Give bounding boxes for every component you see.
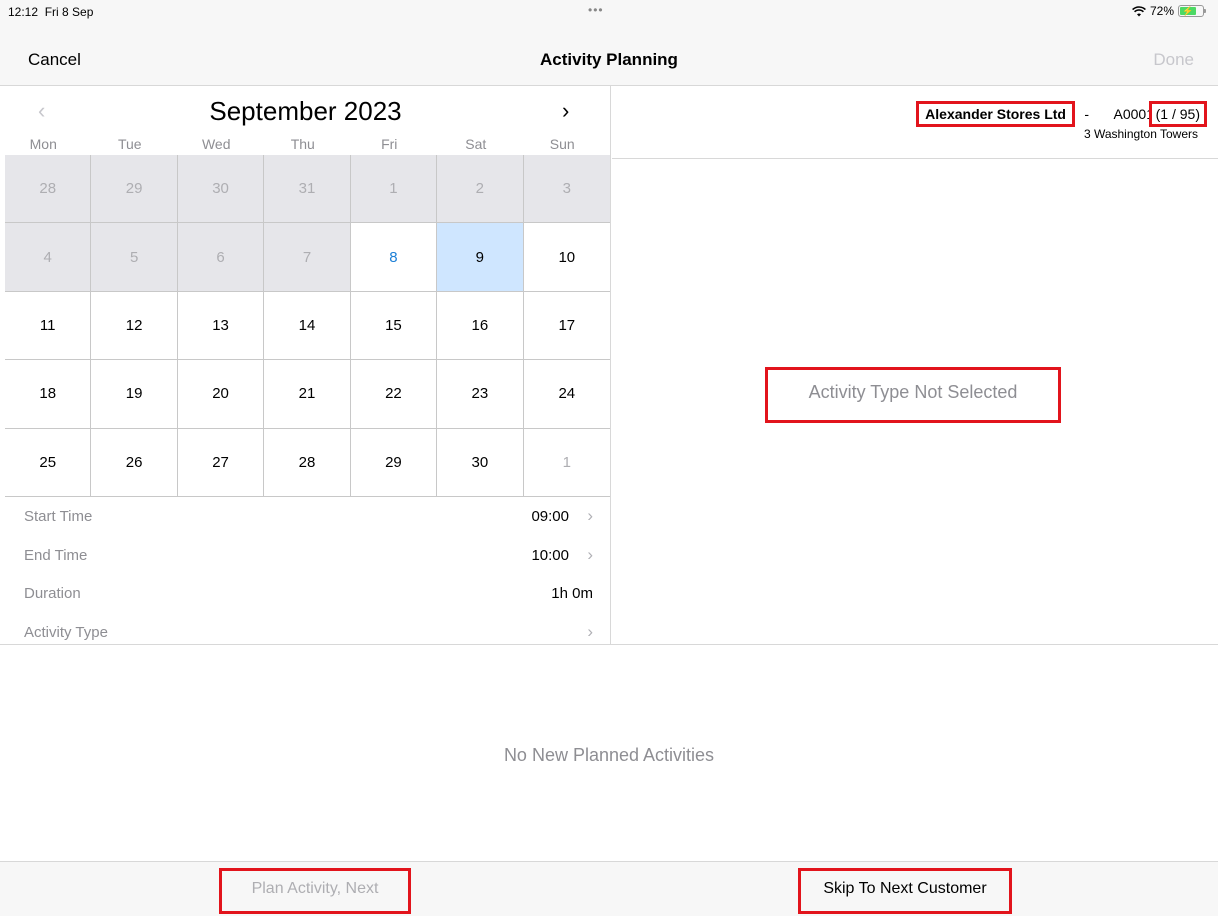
calendar-day[interactable]: 27 (177, 428, 265, 497)
skip-to-next-customer-button[interactable]: Skip To Next Customer (798, 868, 1012, 914)
calendar-day[interactable]: 1 (350, 155, 438, 224)
weekday-label: Wed (201, 136, 231, 152)
calendar-day[interactable]: 29 (350, 428, 438, 497)
customer-name: Alexander Stores Ltd (916, 101, 1075, 127)
calendar-day[interactable]: 17 (523, 292, 610, 361)
status-time: 12:12 Fri 8 Sep (8, 5, 94, 19)
calendar-day[interactable]: 4 (5, 223, 92, 292)
calendar-day[interactable]: 26 (91, 428, 178, 497)
calendar-day[interactable]: 25 (5, 428, 92, 497)
end-time-value: 10:00 (531, 546, 569, 564)
activity-details: Start Time 09:00 › End Time 10:00 › Dura… (0, 498, 611, 652)
done-button[interactable]: Done (1153, 50, 1194, 70)
customer-panel: Alexander Stores Ltd - A0001 3 Washingto… (612, 86, 1218, 644)
calendar-day[interactable]: 3 (523, 155, 610, 224)
chevron-right-icon[interactable]: › (562, 98, 569, 124)
calendar-day[interactable]: 5 (91, 223, 178, 292)
start-time-value: 09:00 (531, 508, 569, 525)
page-title: Activity Planning (540, 50, 678, 69)
plan-activity-next-button[interactable]: Plan Activity, Next (219, 868, 411, 914)
bottom-toolbar: Plan Activity, Next Skip To Next Custome… (0, 862, 1218, 916)
weekday-header: Mon Tue Wed Thu Fri Sat Sun (0, 136, 611, 154)
multitasking-dots[interactable]: ••• (588, 3, 604, 17)
calendar-day[interactable]: 30 (177, 155, 265, 224)
calendar-day[interactable]: 12 (91, 291, 178, 361)
calendar-panel: ‹ September 2023 › Mon Tue Wed Thu Fri Sat Sun… (0, 86, 611, 644)
empty-state-message: No New Planned Activities (503, 745, 715, 765)
customer-counter: (1 / 95) (1148, 101, 1208, 127)
activity-type-placeholder: Activity Type Not Selected (765, 367, 1061, 423)
calendar-day[interactable]: 18 (5, 360, 92, 429)
calendar-day[interactable]: 24 (523, 360, 610, 429)
calendar-day[interactable]: 19 (91, 360, 178, 429)
navigation-bar: Cancel Activity Planning Done (0, 26, 1218, 86)
calendar-day[interactable]: 31 (264, 155, 351, 224)
end-time-row[interactable]: End Time 10:00 › (0, 537, 611, 576)
calendar-day[interactable]: 11 (5, 291, 92, 361)
chevron-right-icon: › (587, 621, 593, 641)
calendar-grid: 28 29 30 31 1 2 3 4 5 6 7 8 9 10 11 12 13 14 15 16 17 18 19 20 2… (5, 155, 610, 497)
calendar-day[interactable]: 21 (264, 360, 351, 429)
customer-separator: - (1084, 106, 1089, 122)
calendar-day[interactable]: 15 (350, 291, 438, 361)
calendar-day[interactable]: 7 (264, 223, 351, 292)
duration-row: Duration 1h 0m (0, 575, 611, 614)
end-time-label: End Time (24, 546, 88, 564)
start-time-label: Start Time (24, 508, 93, 525)
planned-activities-list: No New Planned Activities (0, 644, 1218, 862)
calendar-day[interactable]: 28 (264, 428, 351, 497)
calendar-day[interactable]: 22 (350, 360, 438, 429)
calendar-day[interactable]: 20 (177, 360, 265, 429)
chevron-right-icon: › (587, 506, 593, 525)
wifi-icon (1132, 5, 1146, 16)
customer-address: 3 Washington Towers (1083, 127, 1198, 141)
calendar-day[interactable]: 23 (437, 360, 524, 429)
calendar-day[interactable]: 9 (437, 223, 524, 292)
customer-code: A0001 (1113, 106, 1154, 122)
calendar-day[interactable]: 6 (177, 223, 265, 292)
weekday-label: Tue (117, 136, 142, 152)
weekday-label: Fri (381, 136, 398, 152)
start-time-row[interactable]: Start Time 09:00 › (0, 498, 611, 537)
weekday-label: Thu (290, 136, 315, 152)
battery-percent: 72% (1149, 4, 1174, 18)
chevron-right-icon: › (587, 544, 593, 564)
month-label: September 2023 (209, 96, 402, 126)
status-indicators: 72% ⚡ (1132, 4, 1206, 18)
battery-charging-icon: ⚡ (1178, 5, 1206, 17)
weekday-label: Sun (549, 136, 575, 152)
calendar-day[interactable]: 30 (437, 428, 524, 497)
calendar-day[interactable]: 10 (523, 223, 610, 292)
status-bar: 12:12 Fri 8 Sep ••• 72% ⚡ (0, 0, 1218, 26)
calendar-day[interactable]: 1 (523, 429, 610, 497)
duration-label: Duration (24, 585, 81, 602)
weekday-label: Mon (29, 136, 57, 152)
duration-value: 1h 0m (551, 585, 593, 602)
activity-type-label: Activity Type (24, 623, 108, 641)
calendar-day[interactable]: 29 (91, 155, 178, 224)
calendar-day[interactable]: 28 (5, 155, 92, 224)
calendar-day[interactable]: 13 (177, 291, 265, 361)
customer-header: Alexander Stores Ltd - A0001 3 Washingto… (612, 86, 1218, 159)
calendar-day[interactable]: 2 (437, 155, 524, 224)
calendar-day[interactable]: 16 (437, 291, 524, 361)
calendar-day[interactable]: 14 (264, 291, 351, 361)
calendar-day[interactable]: 8 (350, 223, 438, 292)
weekday-label: Sat (465, 136, 487, 152)
calendar-header: ‹ September 2023 › (0, 86, 611, 130)
